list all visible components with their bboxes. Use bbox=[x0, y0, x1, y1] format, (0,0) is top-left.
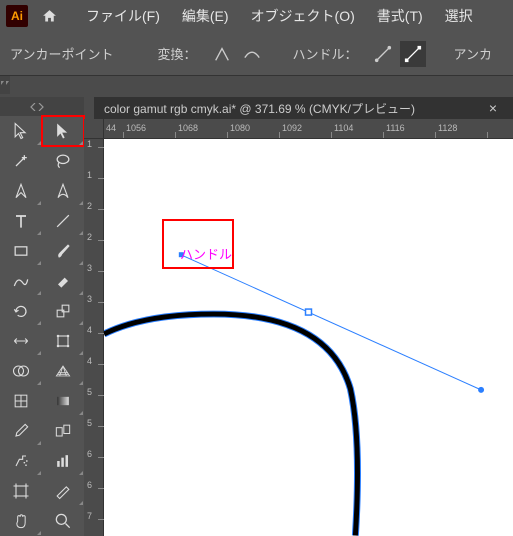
column-graph-tool[interactable] bbox=[42, 446, 84, 476]
eyedropper-tool[interactable] bbox=[0, 416, 42, 446]
ruler-v-tick: 5 bbox=[87, 387, 92, 397]
gradient-tool[interactable] bbox=[42, 386, 84, 416]
ruler-h-tick: 1104 bbox=[332, 119, 384, 138]
hand-tool[interactable] bbox=[0, 506, 42, 536]
top-menu-bar: Ai ファイル(F) 編集(E) オブジェクト(O) 書式(T) 選択 bbox=[0, 0, 513, 32]
handle-show-icon[interactable] bbox=[370, 41, 396, 67]
handle-group bbox=[370, 41, 426, 67]
menu-items: ファイル(F) 編集(E) オブジェクト(O) 書式(T) 選択 bbox=[70, 6, 473, 26]
ruler-h-tick: 1092 bbox=[280, 119, 332, 138]
menu-file[interactable]: ファイル(F) bbox=[86, 6, 160, 26]
width-tool[interactable] bbox=[0, 326, 42, 356]
handle-end-point[interactable] bbox=[478, 387, 484, 393]
artboard-tool[interactable] bbox=[0, 476, 42, 506]
convert-smooth-icon[interactable] bbox=[239, 41, 265, 67]
app-icon[interactable]: Ai bbox=[6, 5, 28, 27]
ctrl-right-label: アンカ bbox=[454, 44, 492, 63]
rotate-tool[interactable] bbox=[0, 296, 42, 326]
ruler-h-tick: 44 bbox=[104, 119, 124, 138]
anchor-point[interactable] bbox=[306, 309, 312, 315]
ctrl-convert-label: 変換： bbox=[157, 44, 196, 63]
ruler-h-tick: 1116 bbox=[384, 119, 436, 138]
rectangle-tool[interactable] bbox=[0, 236, 42, 266]
ruler-v-tick: 7 bbox=[87, 511, 92, 521]
perspective-grid-tool[interactable] bbox=[42, 356, 84, 386]
shaper-tool[interactable] bbox=[0, 266, 42, 296]
ruler-v-tick: 5 bbox=[87, 418, 92, 428]
free-transform-tool[interactable] bbox=[42, 326, 84, 356]
magic-wand-tool[interactable] bbox=[0, 146, 42, 176]
close-icon[interactable]: × bbox=[483, 100, 503, 116]
control-bar: アンカーポイント 変換： ハンドル： アンカ bbox=[0, 32, 513, 76]
paintbrush-tool[interactable] bbox=[42, 236, 84, 266]
ruler-v-tick: 1 bbox=[87, 170, 92, 180]
slice-tool[interactable] bbox=[42, 476, 84, 506]
curvature-tool[interactable] bbox=[42, 176, 84, 206]
shape-builder-tool[interactable] bbox=[0, 356, 42, 386]
ruler-vertical[interactable]: 1 1 2 2 3 3 4 4 5 5 6 6 7 bbox=[84, 139, 104, 536]
panel-collapse-toggle[interactable] bbox=[0, 76, 10, 94]
line-tool[interactable] bbox=[42, 206, 84, 236]
ruler-h-tick: 1068 bbox=[176, 119, 228, 138]
mesh-tool[interactable] bbox=[0, 386, 42, 416]
menu-type[interactable]: 書式(T) bbox=[377, 6, 423, 26]
tool-panel bbox=[0, 97, 84, 536]
convert-corner-icon[interactable] bbox=[209, 41, 235, 67]
vector-artwork bbox=[104, 139, 513, 536]
ruler-h-tick: 1080 bbox=[228, 119, 280, 138]
zoom-tool[interactable] bbox=[42, 506, 84, 536]
ctrl-anchor-label: アンカーポイント bbox=[10, 44, 113, 63]
ruler-v-tick: 1 bbox=[87, 139, 92, 149]
ruler-v-tick: 2 bbox=[87, 232, 92, 242]
ruler-v-tick: 2 bbox=[87, 201, 92, 211]
home-icon[interactable] bbox=[36, 3, 62, 29]
ruler-v-tick: 3 bbox=[87, 294, 92, 304]
ruler-h-tick: 1056 bbox=[124, 119, 176, 138]
lasso-tool[interactable] bbox=[42, 146, 84, 176]
tool-grid bbox=[0, 116, 84, 536]
convert-group bbox=[209, 41, 265, 67]
ruler-v-tick: 6 bbox=[87, 480, 92, 490]
canvas[interactable]: ハンドル bbox=[104, 139, 513, 536]
selection-tool[interactable] bbox=[0, 116, 42, 146]
menu-select[interactable]: 選択 bbox=[445, 6, 473, 26]
symbol-sprayer-tool[interactable] bbox=[0, 446, 42, 476]
ruler-origin[interactable] bbox=[84, 119, 104, 139]
ruler-v-tick: 4 bbox=[87, 325, 92, 335]
scale-tool[interactable] bbox=[42, 296, 84, 326]
annotation-label: ハンドル bbox=[180, 244, 232, 263]
document-tab-title[interactable]: color gamut rgb cmyk.ai* @ 371.69 % (CMY… bbox=[104, 100, 483, 117]
tool-panel-header[interactable] bbox=[0, 97, 84, 116]
ruler-v-tick: 6 bbox=[87, 449, 92, 459]
direct-selection-tool[interactable] bbox=[42, 116, 84, 146]
ctrl-handle-label: ハンドル： bbox=[293, 44, 358, 63]
document-tab-bar: color gamut rgb cmyk.ai* @ 371.69 % (CMY… bbox=[94, 97, 513, 119]
type-tool[interactable] bbox=[0, 206, 42, 236]
handle-hide-icon[interactable] bbox=[400, 41, 426, 67]
blend-tool[interactable] bbox=[42, 416, 84, 446]
ruler-h-tick: 1128 bbox=[436, 119, 488, 138]
eraser-tool[interactable] bbox=[42, 266, 84, 296]
menu-edit[interactable]: 編集(E) bbox=[182, 6, 229, 26]
ruler-horizontal[interactable]: 441056106810801092110411161128 bbox=[104, 119, 513, 139]
menu-object[interactable]: オブジェクト(O) bbox=[251, 6, 355, 26]
ruler-v-tick: 4 bbox=[87, 356, 92, 366]
ruler-v-tick: 3 bbox=[87, 263, 92, 273]
pen-tool[interactable] bbox=[0, 176, 42, 206]
canvas-area: 441056106810801092110411161128 112233445… bbox=[84, 119, 513, 536]
app-icon-text: Ai bbox=[11, 9, 23, 23]
